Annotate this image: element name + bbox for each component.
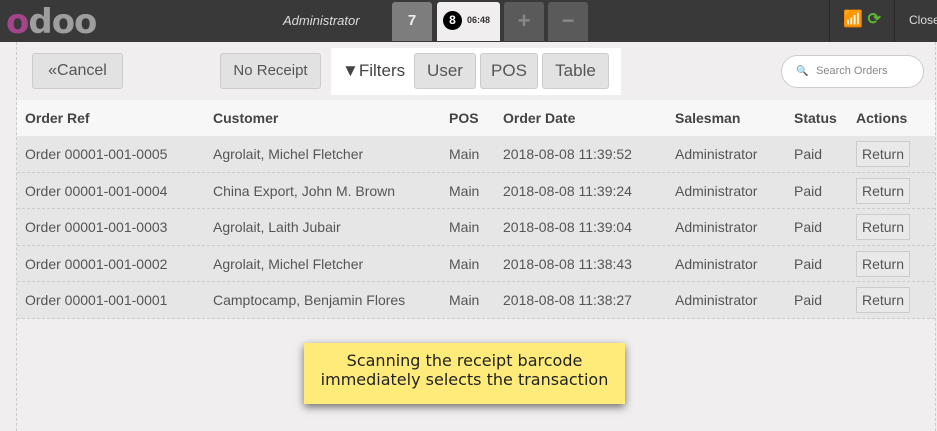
table-cell: Main <box>449 182 480 199</box>
table-cell: Order 00001-001-0005 <box>25 146 168 162</box>
table-cell: 2018-08-08 11:39:04 <box>503 219 632 236</box>
return-button[interactable]: Return <box>856 287 910 314</box>
table-row[interactable]: Order 00001-001-0001 Camptocamp, Benjamin… <box>17 282 935 319</box>
table-cell: Main <box>449 146 480 162</box>
return-button[interactable]: Return <box>856 177 910 204</box>
table-row[interactable]: Order 00001-001-0003 Agrolait, Laith Juba… <box>17 209 935 246</box>
orders-table: Order Ref Customer POS Order Date Salesman St… <box>17 100 935 319</box>
table-cell: Paid <box>794 292 823 309</box>
column-header: Salesman <box>675 110 741 126</box>
table-cell: Main <box>449 292 480 309</box>
order-number: 8 <box>443 11 462 30</box>
table-cell: Administrator <box>675 255 758 272</box>
table-cell: Camptocamp, Benjamin Flores <box>213 292 406 309</box>
order-tab-8[interactable]: 8 06:48 <box>437 2 500 41</box>
table-cell: Administrator <box>675 292 758 309</box>
column-header: Customer <box>213 110 279 126</box>
table-cell: 2018-08-08 11:39:52 <box>503 146 632 162</box>
table-header: Order Ref Customer POS Order Date Salesman St… <box>17 100 935 136</box>
annotation-note: Scanning the receipt barcode immediately… <box>304 343 625 404</box>
no-receipt-button[interactable]: No Receipt <box>220 53 321 89</box>
table-cell: Agrolait, Michel Fletcher <box>213 255 364 272</box>
table-cell: Agrolait, Laith Jubair <box>213 219 341 236</box>
table-row[interactable]: Order 00001-001-0002 Agrolait, Michel Fle… <box>17 245 935 283</box>
return-button[interactable]: Return <box>856 214 910 241</box>
return-button[interactable]: Return <box>856 250 910 277</box>
table-cell: Administrator <box>675 146 758 162</box>
table-cell: Paid <box>794 255 823 272</box>
search-input[interactable]: 🔍 Search Orders <box>781 55 924 88</box>
table-cell: Main <box>449 219 480 236</box>
cashier-name[interactable]: Administrator <box>283 13 360 28</box>
odoo-logo: odoo <box>6 2 97 42</box>
note-line-1: Scanning the receipt barcode <box>346 351 583 370</box>
filter-pos-button[interactable]: POS <box>480 53 538 89</box>
note-line-2: immediately selects the transaction <box>320 370 609 389</box>
filter-user-button[interactable]: User <box>414 53 476 89</box>
order-tab-7[interactable]: 7 <box>392 2 432 41</box>
column-header: Status <box>794 110 837 126</box>
table-cell: Order 00001-001-0002 <box>25 255 168 272</box>
order-time: 06:48 <box>467 15 491 25</box>
table-cell: Agrolait, Michel Fletcher <box>213 146 364 162</box>
table-cell: Paid <box>794 219 823 236</box>
search-icon: 🔍 <box>796 66 809 77</box>
table-cell: Order 00001-001-0003 <box>25 219 168 236</box>
filters-label: ▼Filters <box>342 61 406 80</box>
connection-status[interactable]: 📶 ⟳ <box>829 0 895 42</box>
table-cell: Paid <box>794 146 823 162</box>
column-header: Order Ref <box>25 110 90 126</box>
table-row[interactable]: Order 00001-001-0005 Agrolait, Michel Fle… <box>17 136 935 173</box>
column-header: Actions <box>856 110 908 126</box>
table-cell: Main <box>449 255 480 272</box>
cancel-button[interactable]: «Cancel <box>32 53 123 89</box>
filter-icon: ▼ <box>342 61 359 80</box>
table-row[interactable]: Order 00001-001-0004 China Export, John M… <box>17 172 935 210</box>
table-cell: 2018-08-08 11:38:27 <box>503 292 632 309</box>
table-cell: 2018-08-08 11:39:24 <box>503 182 632 199</box>
table-cell: 2018-08-08 11:38:43 <box>503 255 632 272</box>
add-order-button[interactable]: + <box>504 2 544 41</box>
table-cell: Order 00001-001-0001 <box>25 292 168 309</box>
column-header: Order Date <box>503 110 576 126</box>
table-cell: China Export, John M. Brown <box>213 182 396 199</box>
table-cell: Administrator <box>675 182 758 199</box>
table-cell: Administrator <box>675 219 758 236</box>
return-button[interactable]: Return <box>856 141 910 167</box>
close-button[interactable]: Close <box>909 13 937 27</box>
remove-order-button[interactable]: − <box>548 2 588 41</box>
sync-icon: ⟳ <box>867 11 881 28</box>
table-cell: Order 00001-001-0004 <box>25 182 168 199</box>
table-cell: Paid <box>794 182 823 199</box>
column-header: POS <box>449 110 479 126</box>
filter-table-button[interactable]: Table <box>542 53 609 89</box>
wifi-icon: 📶 <box>843 11 864 28</box>
top-bar: odoo Administrator 7 8 06:48 + − 📶 ⟳ Clos… <box>0 0 937 42</box>
